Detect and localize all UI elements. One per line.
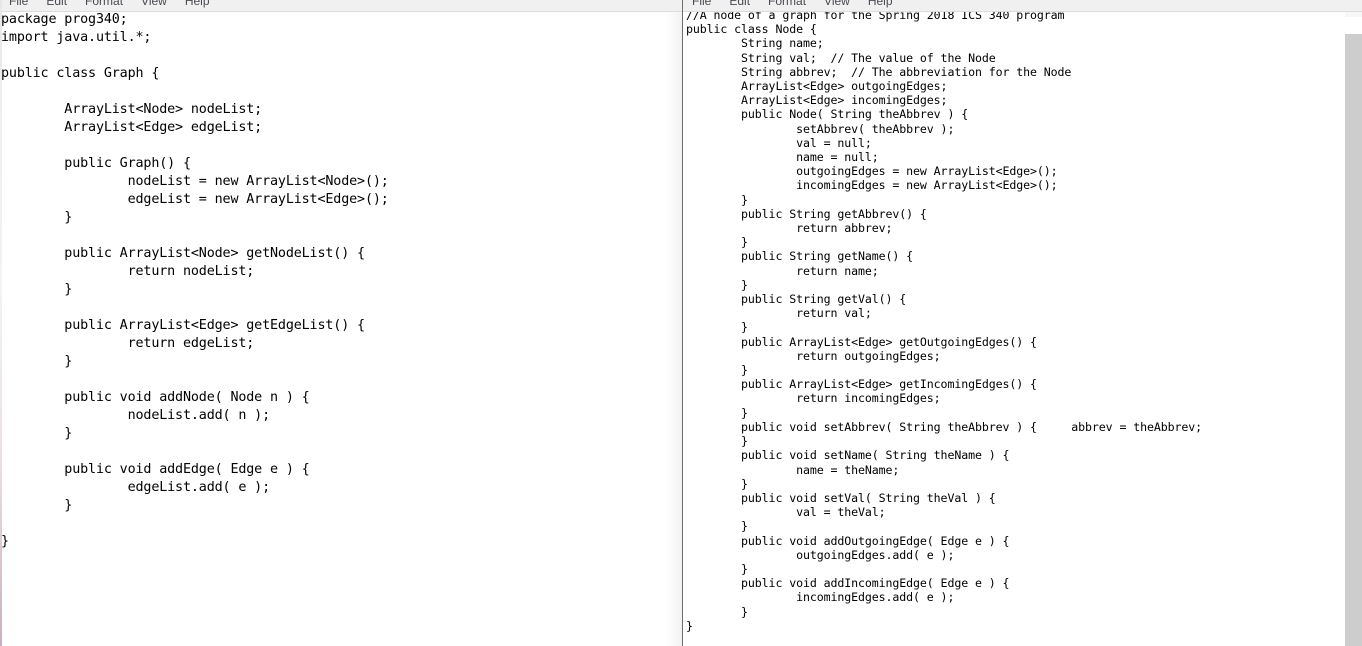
scrollbar-track-left[interactable]: [665, 17, 682, 646]
menu-item-file[interactable]: File: [683, 0, 720, 11]
menu-item-help[interactable]: Help: [176, 0, 219, 11]
window-left-edge-highlight: [0, 0, 2, 646]
text-area-right[interactable]: //A node of a graph for the Spring 2018 …: [686, 8, 1345, 646]
menu-item-help[interactable]: Help: [859, 0, 902, 11]
menu-item-format[interactable]: Format: [76, 0, 132, 11]
code-text-right[interactable]: //A node of a graph for the Spring 2018 …: [686, 8, 1345, 633]
menu-item-file[interactable]: File: [0, 0, 37, 11]
menu-item-edit[interactable]: Edit: [37, 0, 76, 11]
menu-bar-left[interactable]: File Edit Format View Help: [0, 0, 682, 12]
menu-item-edit[interactable]: Edit: [720, 0, 759, 11]
menu-item-view[interactable]: View: [132, 0, 176, 11]
vertical-scrollbar-left[interactable]: [665, 0, 682, 646]
notepad-window-right[interactable]: File Edit Format View Help //A node of a…: [683, 0, 1362, 646]
menu-bar-right[interactable]: File Edit Format View Help: [683, 0, 1362, 12]
scrollbar-thumb-right[interactable]: [1345, 34, 1362, 646]
vertical-scrollbar-right[interactable]: [1345, 0, 1362, 646]
text-area-left[interactable]: package prog340; import java.util.*; pub…: [0, 11, 665, 646]
notepad-window-left[interactable]: File Edit Format View Help package prog3…: [0, 0, 683, 646]
desktop: File Edit Format View Help package prog3…: [0, 0, 1362, 646]
menu-item-format[interactable]: Format: [759, 0, 815, 11]
code-text-left[interactable]: package prog340; import java.util.*; pub…: [0, 11, 665, 551]
menu-item-view[interactable]: View: [815, 0, 859, 11]
scrollbar-track-right[interactable]: [1345, 17, 1362, 646]
